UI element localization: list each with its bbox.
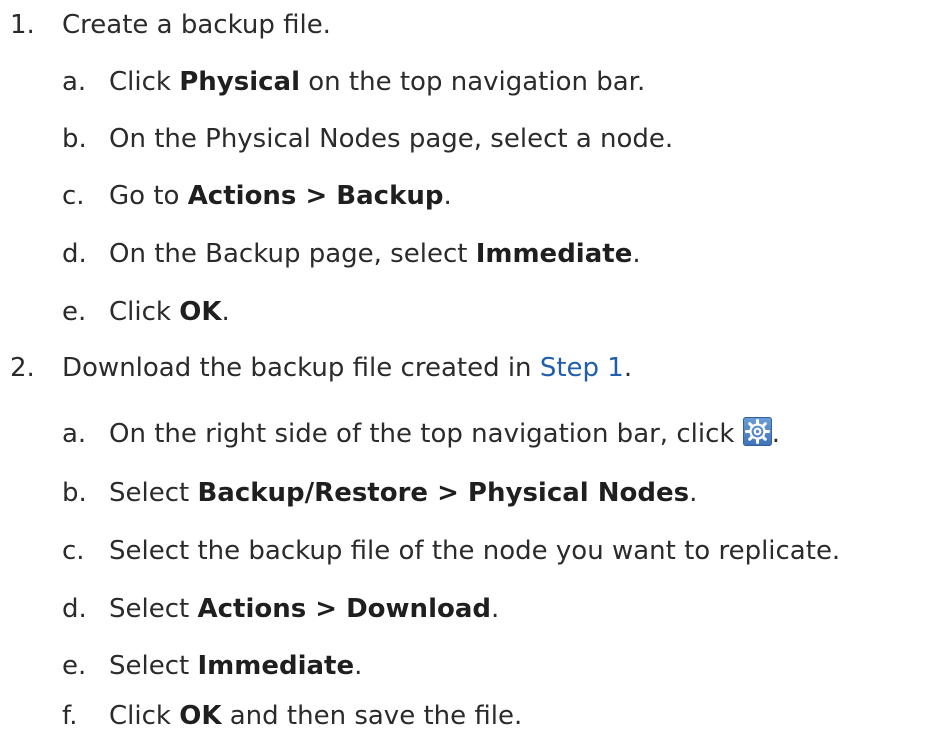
substep-text: Select Backup/Restore > Physical Nodes. <box>109 478 698 508</box>
ui-term: Immediate <box>197 651 355 681</box>
gear-settings-icon <box>742 417 772 446</box>
substep-text: Click OK and then save the file. <box>109 701 523 731</box>
substep-letter: c. <box>62 181 85 211</box>
ui-term: Immediate <box>475 239 633 269</box>
substep-letter: a. <box>62 67 87 97</box>
ui-term: Backup/Restore > Physical Nodes <box>197 478 690 508</box>
substep-letter: e. <box>62 651 87 681</box>
substep-letter: d. <box>62 239 87 269</box>
substep-letter: d. <box>62 594 87 624</box>
substep-text: Click OK. <box>109 297 230 327</box>
substep-text: Select Actions > Download. <box>109 594 500 624</box>
ui-term: OK <box>179 701 222 731</box>
substep-text: Go to Actions > Backup. <box>109 181 452 211</box>
substep-letter: f. <box>62 701 78 731</box>
substep-text: Select Immediate. <box>109 651 363 681</box>
ui-term: OK <box>179 297 222 327</box>
substep-letter: b. <box>62 124 87 154</box>
substep-text: Select the backup file of the node you w… <box>109 536 841 566</box>
ui-term: Physical <box>179 67 300 97</box>
step-text: Create a backup file. <box>62 10 331 40</box>
substep-letter: a. <box>62 419 87 449</box>
ui-term: Actions > Backup <box>187 181 444 211</box>
substep-letter: c. <box>62 536 85 566</box>
substep-text: Click Physical on the top navigation bar… <box>109 67 646 97</box>
substep-letter: b. <box>62 478 87 508</box>
substep-text: On the right side of the top navigation … <box>109 417 780 449</box>
substep-letter: e. <box>62 297 87 327</box>
step-number: 2. <box>10 353 35 383</box>
step-text: Download the backup file created in Step… <box>62 353 633 383</box>
step-1-link[interactable]: Step 1 <box>540 353 624 383</box>
substep-text: On the Physical Nodes page, select a nod… <box>109 124 674 154</box>
ui-term: Actions > Download <box>197 594 491 624</box>
step-number: 1. <box>10 10 35 40</box>
substep-text: On the Backup page, select Immediate. <box>109 239 641 269</box>
